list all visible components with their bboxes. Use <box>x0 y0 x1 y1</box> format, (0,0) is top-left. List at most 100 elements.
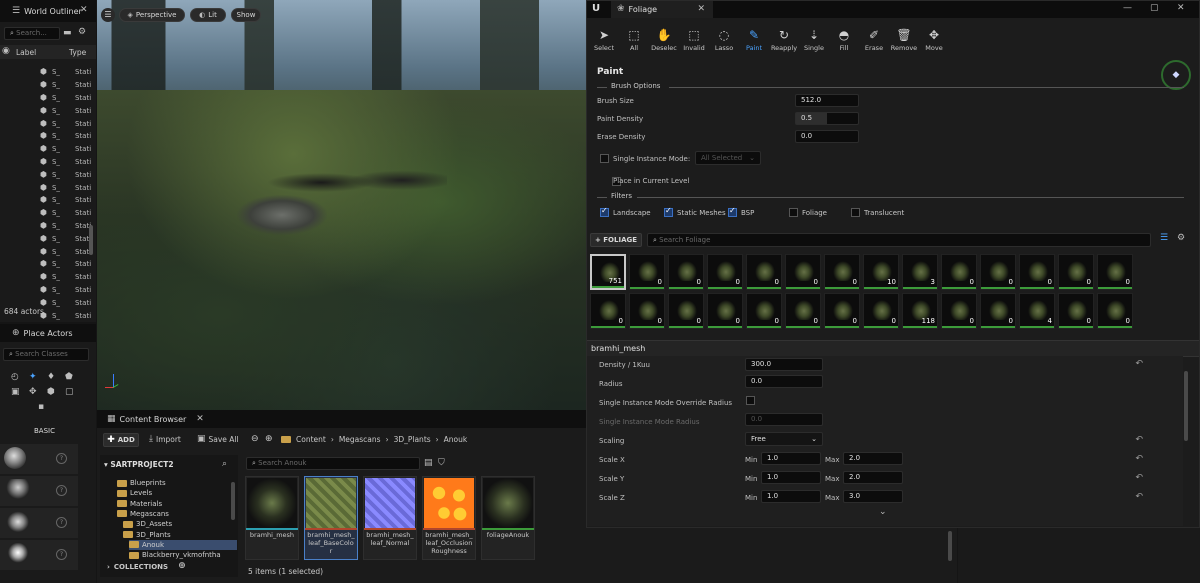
lit-button[interactable]: ◐ Lit <box>190 8 226 22</box>
cube-icon[interactable]: ▣ <box>11 388 20 397</box>
plus-circle-icon[interactable]: ⊕ <box>178 562 186 571</box>
foliage-type-tile[interactable]: 0 <box>863 293 899 329</box>
reset-icon[interactable]: ↶ <box>1135 473 1143 483</box>
extra-icon[interactable]: ▪ <box>38 403 44 412</box>
outliner-search-input[interactable]: ⌕ Search... <box>4 27 60 40</box>
foliage-type-tile[interactable]: 0 <box>980 293 1016 329</box>
help-icon[interactable]: ? <box>56 453 67 464</box>
outliner-row[interactable]: ⬢ S_ Stati <box>0 79 96 92</box>
foliage-type-tile[interactable]: 0 <box>746 293 782 329</box>
density-field[interactable]: 300.0 <box>745 358 823 371</box>
foliage-type-tile[interactable]: 118 <box>902 293 938 329</box>
folder-item[interactable]: 3D_Assets <box>123 519 172 529</box>
reset-icon[interactable]: ↶ <box>1135 454 1143 464</box>
foliage-type-tile[interactable]: 0 <box>629 254 665 290</box>
tool-single-button[interactable]: ⇣ Single <box>799 29 829 53</box>
foliage-type-tile[interactable]: 0 <box>1019 254 1055 290</box>
tree-scrollbar[interactable] <box>231 482 235 520</box>
foliage-type-tile[interactable]: 0 <box>629 293 665 329</box>
details-scrollbar[interactable] <box>1184 371 1188 441</box>
tab-content-browser[interactable]: ▦ Content Browser ✕ <box>99 410 212 428</box>
scale-y-min-field[interactable]: 1.0 <box>761 471 821 484</box>
asset-tile[interactable]: foliageAnouk <box>481 476 535 560</box>
foliage-type-tile[interactable]: 10 <box>863 254 899 290</box>
tool-remove-button[interactable]: 🗑 Remove <box>889 29 919 53</box>
tool-all-button[interactable]: ⬚ All <box>619 29 649 53</box>
foliage-type-tile[interactable]: 0 <box>1058 293 1094 329</box>
folder-icon[interactable]: ▬ <box>63 29 72 38</box>
outliner-row[interactable]: ⬢ S_ Stati <box>0 232 96 245</box>
checkbox[interactable] <box>789 208 798 217</box>
gear-icon[interactable]: ⚙ <box>1177 234 1185 243</box>
foliage-type-tile[interactable]: 0 <box>590 293 626 329</box>
help-icon[interactable]: ? <box>56 485 67 496</box>
outliner-row[interactable]: ⬢ S_ Stati <box>0 245 96 258</box>
radius-field[interactable]: 0.0 <box>745 375 823 388</box>
foliage-type-tile[interactable]: 0 <box>707 293 743 329</box>
sim-radius-field[interactable]: 0.0 <box>745 413 823 426</box>
type-column-header[interactable]: Type <box>69 48 86 57</box>
show-button[interactable]: Show <box>231 8 261 22</box>
expand-more-icon[interactable]: ⌄ <box>879 508 887 517</box>
tool-lasso-button[interactable]: ◌ Lasso <box>709 29 739 53</box>
breadcrumb-item[interactable]: Anouk <box>444 435 468 444</box>
brush-size-field[interactable]: 512.0 <box>795 94 859 107</box>
foliage-type-tile[interactable]: 0 <box>1097 293 1133 329</box>
outliner-row[interactable]: ⬢ S_ Stati <box>0 92 96 105</box>
all-classes-icon[interactable]: ▢ <box>65 388 74 397</box>
project-root[interactable]: ▾ SARTPROJECT2 <box>104 460 174 469</box>
scale-z-min-field[interactable]: 1.0 <box>761 490 821 503</box>
outliner-row[interactable]: ⬢ S_ Stati <box>0 104 96 117</box>
paint-density-field[interactable]: 0.5 <box>795 112 859 125</box>
save-search-icon[interactable]: ▤ <box>424 459 433 468</box>
foliage-type-tile[interactable]: 0 <box>824 293 860 329</box>
foliage-type-tile[interactable]: 0 <box>980 254 1016 290</box>
asset-tile[interactable]: bramhi_mesh <box>245 476 299 560</box>
folder-item[interactable]: Blackberry_vkmofntha <box>129 550 221 560</box>
outliner-row[interactable]: ⬢ S_ Stati <box>0 66 96 79</box>
tool-deselec-button[interactable]: ✋ Deselec <box>649 29 679 53</box>
outliner-row[interactable]: ⬢ S_ Stati <box>0 181 96 194</box>
asset-search-input[interactable]: ⌕ Search Anouk <box>246 457 420 470</box>
sliders-icon[interactable]: ☰ <box>1160 234 1168 243</box>
actor-item-sphere[interactable]: ? <box>0 444 78 474</box>
filter-foliage[interactable]: Foliage <box>789 208 827 217</box>
asset-tile[interactable]: bramhi_mesh_leaf_BaseColor <box>304 476 358 560</box>
folder-item[interactable]: Materials <box>117 499 162 509</box>
tab-foliage[interactable]: ❀ Foliage ✕ <box>611 1 713 18</box>
collections-header[interactable]: › COLLECTIONS ⊕ <box>107 562 186 571</box>
clock-icon[interactable]: ◴ <box>11 373 19 382</box>
tool-erase-button[interactable]: ✐ Erase <box>859 29 889 53</box>
foliage-type-tile[interactable]: 0 <box>785 293 821 329</box>
scale-y-max-field[interactable]: 2.0 <box>843 471 903 484</box>
class-search-input[interactable]: ⌕ Search Classes <box>3 348 89 361</box>
filter-icon[interactable]: ⛉ <box>438 459 445 468</box>
close-icon[interactable]: ✕ <box>697 5 705 14</box>
actor-item-character[interactable]: ? <box>0 476 78 506</box>
breadcrumb-item[interactable]: Megascans <box>339 435 381 444</box>
outliner-scrollbar[interactable] <box>89 225 93 255</box>
outliner-row[interactable]: ⬢ S_ Stati <box>0 194 96 207</box>
tool-fill-button[interactable]: ◓ Fill <box>829 29 859 53</box>
perspective-button[interactable]: ◈ Perspective <box>119 8 185 22</box>
foliage-type-tile[interactable]: 0 <box>746 254 782 290</box>
single-instance-dropdown[interactable]: All Selected ⌄ <box>695 151 761 165</box>
save-all-button[interactable]: ▣ Save All <box>197 435 239 445</box>
tool-reapply-button[interactable]: ↻ Reapply <box>769 29 799 53</box>
asset-scrollbar[interactable] <box>948 531 952 561</box>
folder-item[interactable]: 3D_Plants <box>123 530 171 540</box>
shapes-icon[interactable]: ✦ <box>29 373 37 382</box>
tool-select-button[interactable]: ➤ Select <box>589 29 619 53</box>
tool-paint-button[interactable]: ✎ Paint <box>739 29 769 53</box>
history-back-button[interactable]: ⊖ <box>251 434 259 444</box>
foliage-type-tile[interactable]: 0 <box>707 254 743 290</box>
asset-tile[interactable]: bramhi_mesh_leaf_Occlusion Roughness <box>422 476 476 560</box>
actor-item-point-light[interactable]: ? <box>0 540 78 570</box>
outliner-row[interactable]: ⬢ S_ Stati <box>0 207 96 220</box>
actor-item-pawn[interactable]: ? <box>0 508 78 538</box>
history-forward-button[interactable]: ⊕ <box>265 434 273 444</box>
volume-icon[interactable]: ⬢ <box>47 388 55 397</box>
foliage-search-input[interactable]: ⌕ Search Foliage <box>647 233 1151 247</box>
filter-translucent[interactable]: Translucent <box>851 208 904 217</box>
gear-icon[interactable]: ⚙ <box>78 28 86 37</box>
